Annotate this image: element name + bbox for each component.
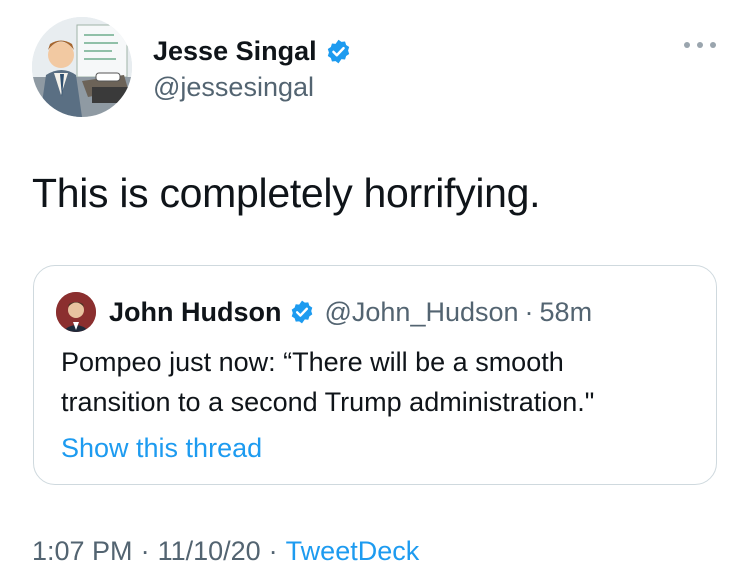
author-name-row[interactable]: Jesse Singal [153,36,352,67]
quoted-tweet-header: John Hudson @John_Hudson · 58m [56,292,592,332]
more-options-icon[interactable] [684,38,716,52]
author-avatar[interactable] [32,17,132,117]
quoted-author-avatar[interactable] [56,292,96,332]
more-dot [697,42,703,48]
separator-dot: · [524,296,534,327]
tweet-date[interactable]: 11/10/20 [158,536,261,566]
quoted-author-handle[interactable]: @John_Hudson [324,297,518,328]
quoted-tweet-card[interactable]: John Hudson @John_Hudson · 58m Pompeo ju… [33,265,717,485]
quoted-text-line: transition to a second Trump administrat… [61,387,595,417]
tweet-time[interactable]: 1:07 PM [32,536,133,566]
quoted-timestamp[interactable]: 58m [540,297,593,328]
quoted-author-name[interactable]: John Hudson [109,297,281,328]
author-handle[interactable]: @jessesingal [153,72,314,103]
separator-dot: · [268,536,278,566]
tweet-text: This is completely horrifying. [32,170,541,216]
quoted-text-line: Pompeo just now: “There will be a smooth [61,347,564,377]
verified-badge-icon [289,299,315,325]
more-dot [684,42,690,48]
tweet-meta: 1:07 PM · 11/10/20 · TweetDeck [32,536,419,567]
author-name[interactable]: Jesse Singal [153,36,317,67]
quoted-tweet-text: Pompeo just now: “There will be a smooth… [61,342,701,422]
more-dot [710,42,716,48]
separator-dot: · [140,536,150,566]
verified-badge-icon [325,38,352,65]
tweet-source-link[interactable]: TweetDeck [286,536,420,566]
show-thread-link[interactable]: Show this thread [61,433,262,464]
